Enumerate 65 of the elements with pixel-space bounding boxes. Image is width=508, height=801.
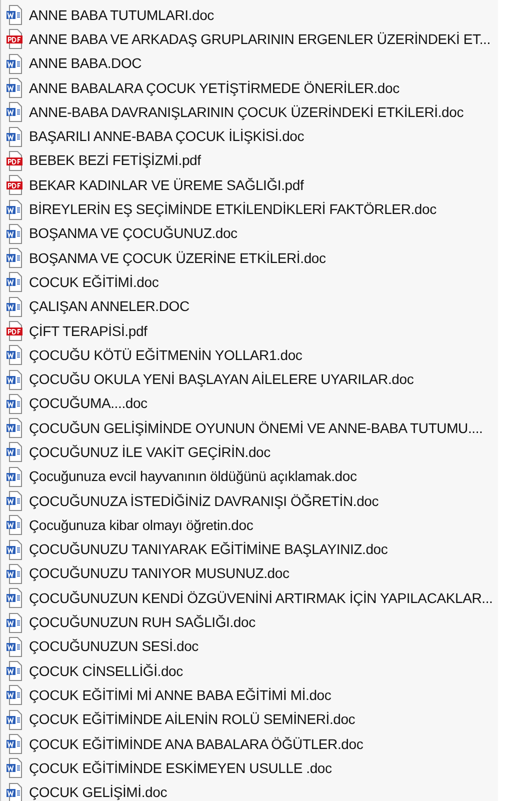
file-name[interactable]: ÇOCUK EĞİTİMİNDE ANA BABALARA ÖĞÜTLER.doc: [29, 734, 364, 755]
word-document-icon: [6, 685, 24, 706]
word-document-icon: [6, 588, 24, 608]
file-name[interactable]: ÇOCUĞU OKULA YENİ BAŞLAYAN AİLELERE UYARILAR.doc: [29, 369, 414, 390]
word-document-icon: [6, 758, 24, 778]
word-document-icon: [6, 224, 24, 244]
file-name[interactable]: ANNE BABA TUTUMLARI.doc: [29, 4, 214, 26]
pdf-document-icon: [6, 321, 24, 341]
file-name[interactable]: BEKAR KADINLAR VE ÜREME SAĞLIĞI.pdf: [29, 174, 304, 196]
file-name[interactable]: ANNE BABALARA ÇOCUK YETİŞTİRMEDE ÖNERİLER.doc: [29, 78, 400, 99]
file-name[interactable]: ÇOCUK GELİŞİMİ.doc: [29, 782, 167, 801]
file-name[interactable]: ÇALIŞAN ANNELER.DOC: [29, 296, 190, 318]
file-name[interactable]: ÇOCUK EĞİTİMİ Mİ ANNE BABA EĞİTİMİ Mİ.doc: [29, 684, 332, 706]
word-document-icon: [6, 272, 24, 292]
file-name[interactable]: ÇOCUĞUNUZUN RUH SAĞLIĞI.doc: [29, 612, 256, 634]
word-document-icon: [6, 102, 24, 122]
word-document-icon: [6, 126, 24, 147]
word-document-icon: [6, 540, 24, 560]
word-document-icon: [6, 418, 24, 438]
word-document-icon: [6, 661, 24, 682]
file-name[interactable]: BAŞARILI ANNE-BABA ÇOCUK İLİŞKİSİ.doc: [29, 126, 304, 148]
word-document-icon: [6, 491, 24, 512]
file-name[interactable]: ÇOCUĞUN GELİŞİMİNDE OYUNUN ÖNEMİ VE ANNE-BABA TUTUMU....: [29, 418, 483, 439]
pdf-document-icon: [6, 150, 24, 171]
file-name[interactable]: ÇOCUĞUNUZUN KENDİ ÖZGÜVENİNİ ARTIRMAK İÇİN YAPILACAKLAR...: [29, 588, 493, 609]
file-name[interactable]: ÇOCUĞUMA....doc: [29, 393, 148, 414]
file-name[interactable]: Çocuğunuza kibar olmayı öğretin.doc: [29, 514, 254, 536]
file-name[interactable]: ANNE BABA.DOC: [29, 53, 142, 74]
file-name[interactable]: ÇOCUK EĞİTİMİNDE AİLENİN ROLÜ SEMİNERİ.doc: [29, 709, 356, 730]
file-name[interactable]: ÇOCUK EĞİTİMİNDE ESKİMEYEN USULLE .doc: [29, 758, 332, 779]
file-name[interactable]: ANNE BABA VE ARKADAŞ GRUPLARININ ERGENLER ÜZERİNDEKİ ET...: [29, 28, 490, 50]
word-document-icon: [6, 564, 24, 584]
word-document-icon: [6, 296, 24, 317]
word-document-icon: [6, 442, 24, 462]
file-name[interactable]: ÇOCUĞUNUZU TANIYARAK EĞİTİMİNE BAŞLAYINIZ.doc: [29, 539, 388, 560]
file-name[interactable]: ÇOCUĞUNUZ İLE VAKİT GEÇİRİN.doc: [29, 442, 270, 463]
word-document-icon: [6, 394, 24, 414]
file-name[interactable]: ANNE-BABA DAVRANIŞLARININ ÇOCUK ÜZERİNDEKİ ETKİLERİ.doc: [29, 102, 464, 123]
word-document-icon: [6, 78, 24, 98]
word-document-icon: [6, 612, 24, 633]
file-name[interactable]: BOŞANMA VE ÇOCUĞUNUZ.doc: [29, 223, 238, 244]
word-document-icon: [6, 345, 24, 366]
word-document-icon: [6, 370, 24, 390]
file-name[interactable]: ÇOCUK CİNSELLİĞİ.doc: [29, 660, 183, 682]
pdf-document-icon: [6, 175, 24, 196]
file-name[interactable]: ÇOCUĞUNUZUN SESİ.doc: [29, 636, 198, 658]
word-document-icon: [6, 248, 24, 268]
file-name[interactable]: Çocuğunuza evcil hayvanının öldüğünü açıklamak.doc: [29, 466, 357, 488]
file-name[interactable]: BOŞANMA VE ÇOCUK ÜZERİNE ETKİLERİ.doc: [29, 248, 326, 269]
file-name[interactable]: ÇİFT TERAPİSİ.pdf: [29, 320, 148, 342]
word-document-icon: [6, 710, 24, 730]
pdf-document-icon: [6, 29, 24, 50]
word-document-icon: [6, 734, 24, 754]
word-document-icon: [6, 636, 24, 657]
file-name[interactable]: ÇOCUĞUNUZU TANIYOR MUSUNUZ.doc: [29, 563, 290, 584]
file-name[interactable]: COCUK EĞİTİMİ.doc: [29, 272, 159, 293]
file-name[interactable]: ÇOCUĞUNUZA İSTEDİĞİNİZ DAVRANIŞI ÖĞRETİN.doc: [29, 490, 379, 512]
word-document-icon: [6, 5, 24, 26]
word-document-icon: [6, 200, 24, 220]
word-document-icon: [6, 54, 24, 74]
word-document-icon: [6, 466, 24, 487]
file-name[interactable]: BEBEK BEZİ FETİŞİZMİ.pdf: [29, 150, 201, 172]
file-name[interactable]: ÇOCUĞU KÖTÜ EĞİTMENİN YOLLAR1.doc: [29, 344, 302, 366]
word-document-icon: [6, 515, 24, 536]
file-name[interactable]: BİREYLERİN EŞ SEÇİMİNDE ETKİLENDİKLERİ FAKTÖRLER.doc: [29, 199, 436, 220]
